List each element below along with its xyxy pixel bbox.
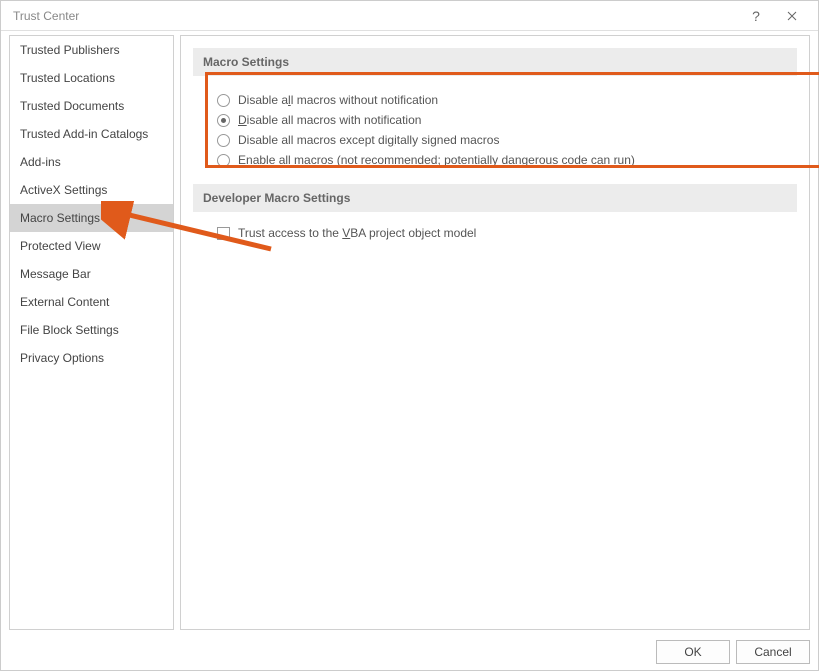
trust-vba-checkbox-row[interactable]: Trust access to the VBA project object m…	[193, 222, 797, 244]
macro-option-label-1: Disable all macros with notification	[238, 113, 421, 127]
main-area: Trusted PublishersTrusted LocationsTrust…	[1, 31, 818, 634]
sidebar-item-trusted-documents[interactable]: Trusted Documents	[10, 92, 173, 120]
cancel-button[interactable]: Cancel	[736, 640, 810, 664]
macro-option-row-2[interactable]: Disable all macros except digitally sign…	[217, 130, 789, 150]
close-button[interactable]	[774, 1, 810, 31]
macro-settings-radio-group: Disable all macros without notification D…	[193, 86, 797, 178]
titlebar: Trust Center ?	[1, 1, 818, 31]
sidebar-item-external-content[interactable]: External Content	[10, 288, 173, 316]
macro-option-row-0[interactable]: Disable all macros without notification	[217, 90, 789, 110]
sidebar-item-trusted-publishers[interactable]: Trusted Publishers	[10, 36, 173, 64]
close-icon	[787, 11, 797, 21]
sidebar-item-activex-settings[interactable]: ActiveX Settings	[10, 176, 173, 204]
sidebar-item-file-block-settings[interactable]: File Block Settings	[10, 316, 173, 344]
trust-vba-checkbox[interactable]	[217, 227, 230, 240]
content-pane: Macro Settings Disable all macros withou…	[180, 35, 810, 630]
macro-option-radio-1[interactable]	[217, 114, 230, 127]
ok-button[interactable]: OK	[656, 640, 730, 664]
sidebar-item-trusted-add-in-catalogs[interactable]: Trusted Add-in Catalogs	[10, 120, 173, 148]
macro-option-label-2: Disable all macros except digitally sign…	[238, 133, 499, 147]
window-title: Trust Center	[13, 9, 79, 23]
sidebar-item-message-bar[interactable]: Message Bar	[10, 260, 173, 288]
developer-macro-settings-header: Developer Macro Settings	[193, 184, 797, 212]
macro-option-label-3: Enable all macros (not recommended; pote…	[238, 153, 635, 167]
sidebar-item-macro-settings[interactable]: Macro Settings	[10, 204, 173, 232]
macro-option-label-0: Disable all macros without notification	[238, 93, 438, 107]
titlebar-controls: ?	[738, 1, 810, 31]
trust-vba-label: Trust access to the VBA project object m…	[238, 226, 476, 240]
sidebar: Trusted PublishersTrusted LocationsTrust…	[9, 35, 174, 630]
help-button[interactable]: ?	[738, 1, 774, 31]
macro-option-radio-0[interactable]	[217, 94, 230, 107]
macro-option-radio-3[interactable]	[217, 154, 230, 167]
sidebar-item-add-ins[interactable]: Add-ins	[10, 148, 173, 176]
sidebar-item-privacy-options[interactable]: Privacy Options	[10, 344, 173, 372]
macro-option-row-3[interactable]: Enable all macros (not recommended; pote…	[217, 150, 789, 170]
macro-option-radio-2[interactable]	[217, 134, 230, 147]
macro-settings-header: Macro Settings	[193, 48, 797, 76]
sidebar-item-protected-view[interactable]: Protected View	[10, 232, 173, 260]
button-bar: OK Cancel	[1, 634, 818, 670]
macro-option-row-1[interactable]: Disable all macros with notification	[217, 110, 789, 130]
sidebar-item-trusted-locations[interactable]: Trusted Locations	[10, 64, 173, 92]
